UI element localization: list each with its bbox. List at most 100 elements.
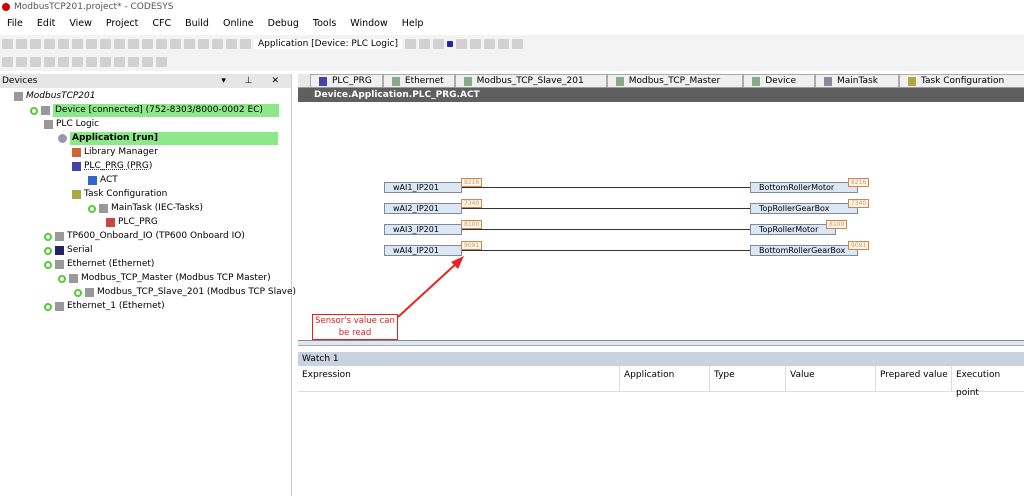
tab-label: Modbus_TCP_Slave_201 (476, 76, 584, 86)
pane-controls[interactable]: ▾ ⊥ ✕ (221, 74, 287, 88)
device-icon (55, 232, 64, 241)
node-label: MainTask (IEC-Tasks) (111, 203, 203, 213)
new-icon[interactable] (2, 39, 13, 49)
print-icon[interactable] (44, 39, 55, 49)
device-icon (69, 274, 78, 283)
device-icon (41, 106, 50, 115)
replace-icon[interactable] (156, 39, 167, 49)
menu-view[interactable]: View (62, 16, 99, 32)
tab-device[interactable]: Device (743, 74, 816, 87)
logout-icon[interactable] (418, 39, 430, 49)
delete-icon[interactable] (128, 39, 139, 49)
menu-tools[interactable]: Tools (306, 16, 343, 32)
col-prepared-value[interactable]: Prepared value (876, 366, 952, 391)
program-icon (72, 162, 81, 171)
tree-node-library-manager[interactable]: Library Manager (72, 146, 158, 159)
tab-plc-prg[interactable]: PLC_PRG (310, 74, 383, 87)
tree-node-ethernet[interactable]: Ethernet (Ethernet) (44, 258, 154, 271)
tree-node-ethernet-1[interactable]: Ethernet_1 (Ethernet) (44, 300, 165, 313)
menu-window[interactable]: Window (343, 16, 394, 32)
negate-icon[interactable] (30, 57, 41, 67)
tree-node-device[interactable]: Device [connected] (752-8303/8000-0002 E… (30, 104, 279, 117)
return-icon[interactable] (100, 57, 111, 67)
en-icon[interactable] (44, 57, 55, 67)
menu-build[interactable]: Build (178, 16, 216, 32)
col-application[interactable]: Application (620, 366, 710, 391)
tree-node-plc-prg[interactable]: PLC_PRG (PRG) (72, 160, 152, 173)
step-icon[interactable] (469, 39, 481, 49)
col-expression[interactable]: Expression (298, 366, 620, 391)
undo-icon[interactable] (58, 39, 69, 49)
login-icon[interactable] (404, 39, 416, 49)
bookmark-next-icon[interactable] (184, 39, 195, 49)
start-icon[interactable] (432, 39, 444, 49)
task-icon (824, 76, 833, 86)
order-icon[interactable] (156, 57, 167, 67)
library-icon (72, 148, 81, 157)
redo-icon[interactable] (72, 39, 83, 49)
tree-node-tp600[interactable]: TP600_Onboard_IO (TP600 Onboard IO) (44, 230, 245, 243)
menu-cfc[interactable]: CFC (145, 16, 178, 32)
reset-icon[interactable] (455, 39, 467, 49)
cfc-canvas[interactable]: wAI1_IP201 8216 BottomRollerMotor 8216 wA… (298, 102, 1024, 346)
tab-modbus-slave[interactable]: Modbus_TCP_Slave_201 (454, 74, 607, 87)
tree-node-maintask[interactable]: MainTask (IEC-Tasks) (88, 202, 203, 215)
open-icon[interactable] (16, 39, 27, 49)
codesys-logo-icon (2, 3, 10, 11)
set-icon[interactable] (58, 57, 69, 67)
menu-edit[interactable]: Edit (30, 16, 62, 32)
tree-node-application[interactable]: Application [run] (58, 132, 278, 145)
connected-icon (30, 106, 38, 115)
menu-file[interactable]: File (0, 16, 30, 32)
tab-maintask[interactable]: MainTask (815, 74, 899, 87)
tab-task-configuration[interactable]: Task Configuration (898, 74, 1024, 87)
input-icon[interactable] (2, 57, 13, 67)
find-icon[interactable] (142, 39, 153, 49)
menu-help[interactable]: Help (395, 16, 431, 32)
tree-node-act[interactable]: ACT (88, 174, 118, 187)
device-icon (752, 76, 761, 86)
step-out-icon[interactable] (497, 39, 509, 49)
insert-icon[interactable] (226, 39, 237, 49)
bookmark-prev-icon[interactable] (198, 39, 209, 49)
jump-icon[interactable] (86, 57, 97, 67)
step-over-icon[interactable] (483, 39, 495, 49)
ungroup-icon[interactable] (142, 57, 153, 67)
stop-icon[interactable] (446, 41, 453, 47)
label-icon[interactable] (114, 57, 125, 67)
col-type[interactable]: Type (710, 366, 786, 391)
bookmark-icon[interactable] (170, 39, 181, 49)
tab-ethernet[interactable]: Ethernet (382, 74, 455, 87)
editor-area: PLC_PRG Ethernet Modbus_TCP_Slave_201 Mo… (298, 74, 1024, 496)
menu-debug[interactable]: Debug (261, 16, 306, 32)
build-icon[interactable] (240, 39, 251, 49)
node-label: ACT (100, 175, 118, 185)
tree-node-modbus-master[interactable]: Modbus_TCP_Master (Modbus TCP Master) (58, 272, 271, 285)
cut-icon[interactable] (86, 39, 97, 49)
menu-project[interactable]: Project (99, 16, 146, 32)
paste-icon[interactable] (114, 39, 125, 49)
tree-node-modbus-slave[interactable]: Modbus_TCP_Slave_201 (Modbus TCP Slave) (74, 286, 296, 299)
breakpoint-icon[interactable] (511, 39, 523, 49)
tab-label: Ethernet (404, 76, 444, 86)
group-icon[interactable] (128, 57, 139, 67)
output-icon[interactable] (16, 57, 27, 67)
tree-node-plc-logic[interactable]: PLC Logic (44, 118, 99, 131)
tree-node-project[interactable]: ModbusTCP201 (14, 90, 95, 103)
partially-visible-blocks (298, 340, 1024, 345)
tree-node-task-configuration[interactable]: Task Configuration (72, 188, 167, 201)
tree-node-serial[interactable]: Serial (44, 244, 92, 257)
reset-coil-icon[interactable] (72, 57, 83, 67)
tab-modbus-master[interactable]: Modbus_TCP_Master (606, 74, 744, 87)
tab-label: Device (765, 76, 797, 86)
active-application-select[interactable]: Application [Device: PLC Logic] (254, 39, 402, 49)
col-value[interactable]: Value (786, 366, 876, 391)
menu-online[interactable]: Online (216, 16, 261, 32)
col-execution-point[interactable]: Execution point (952, 366, 1024, 398)
node-label: PLC_PRG (PRG) (84, 161, 153, 171)
save-icon[interactable] (30, 39, 41, 49)
tree-node-task-plc-prg[interactable]: PLC_PRG (106, 216, 158, 229)
copy-icon[interactable] (100, 39, 111, 49)
devices-header: Devices ▾ ⊥ ✕ (0, 74, 291, 88)
device-icon[interactable] (212, 39, 223, 49)
